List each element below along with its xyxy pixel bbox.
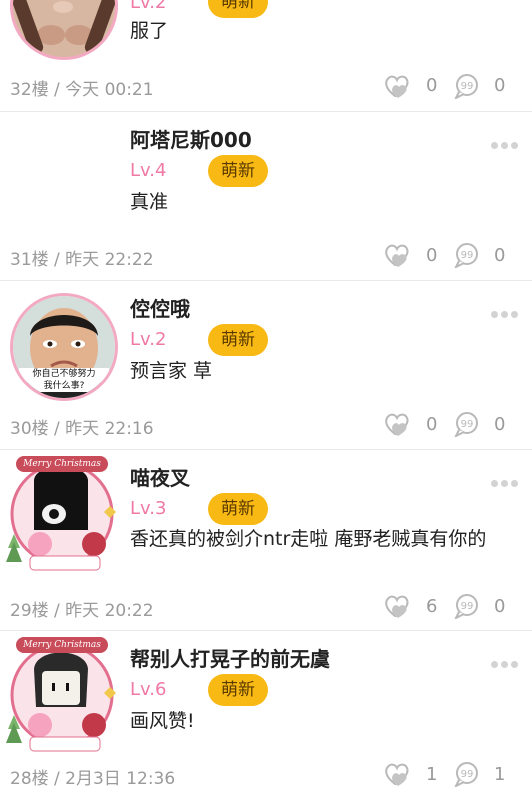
post-30: 你自己不够努力 我什么事? 倥倥哦 Lv.2 萌新 预言家 草 30楼 / 昨天…: [0, 281, 532, 449]
user-level: Lv.4: [130, 160, 167, 181]
heart-like-icon[interactable]: [384, 74, 414, 100]
more-dots-icon[interactable]: [491, 134, 521, 149]
user-level: Lv.3: [130, 498, 167, 519]
username[interactable]: 倥倥哦: [130, 293, 190, 322]
user-avatar[interactable]: 你自己不够努力 我什么事?: [10, 293, 118, 401]
speech-bubble-reply-icon[interactable]: 99: [453, 761, 483, 787]
reply-count: 1: [494, 764, 506, 785]
reply-count: 0: [494, 414, 506, 435]
speech-bubble-reply-icon[interactable]: 99: [453, 242, 483, 268]
user-avatar[interactable]: Merry Christmas: [0, 452, 124, 576]
username[interactable]: 阿塔尼斯000: [130, 124, 252, 153]
post-content: 服了: [130, 20, 169, 42]
heart-like-icon[interactable]: [384, 594, 414, 620]
user-level: Lv.6: [130, 679, 167, 700]
newbie-badge: 萌新: [208, 674, 268, 706]
more-dots-icon[interactable]: [491, 653, 521, 668]
like-count: 0: [426, 75, 438, 96]
username[interactable]: 喵夜叉: [130, 462, 190, 491]
post-content: 真准: [130, 191, 169, 213]
like-count: 0: [426, 414, 438, 435]
floor-and-time: 28楼 / 2月3日 12:36: [10, 769, 176, 789]
heart-like-icon[interactable]: [384, 762, 414, 788]
post-content: 画风赞!: [130, 710, 195, 732]
floor-and-time: 31楼 / 昨天 22:22: [10, 250, 154, 270]
svg-text:99: 99: [461, 419, 474, 430]
heart-like-icon[interactable]: [384, 243, 414, 269]
post-28: Merry Christmas 帮别人打晃子的前无虞 Lv.6 萌新 画风赞! …: [0, 631, 532, 800]
post-content: 香还真的被剑介ntr走啦 庵野老贼真有你的: [130, 528, 487, 550]
newbie-badge: 萌新: [208, 493, 268, 525]
username[interactable]: 帮别人打晃子的前无虞: [130, 643, 330, 672]
reply-count: 0: [494, 75, 506, 96]
heart-like-icon[interactable]: [384, 412, 414, 438]
more-dots-icon[interactable]: [491, 303, 521, 318]
speech-bubble-reply-icon[interactable]: 99: [453, 593, 483, 619]
user-avatar[interactable]: [10, 0, 118, 60]
newbie-badge: 萌新: [208, 155, 268, 187]
post-content: 预言家 草: [130, 360, 213, 382]
caption-line: 你自己不够努力: [32, 369, 96, 379]
like-count: 0: [426, 245, 438, 266]
post-32: Lv.2 萌新 服了 32樓 / 今天 00:21 0 99 0: [0, 0, 532, 112]
svg-text:99: 99: [461, 601, 474, 612]
newbie-badge: 萌新: [208, 324, 268, 356]
svg-text:99: 99: [461, 81, 474, 92]
svg-text:99: 99: [461, 250, 474, 261]
user-level: Lv.2: [130, 329, 167, 350]
post-31: 阿塔尼斯000 Lv.4 萌新 真准 31楼 / 昨天 22:22 0 99 0: [0, 112, 532, 280]
avatar-caption: 你自己不够努力 我什么事?: [19, 368, 109, 392]
like-count: 1: [426, 764, 438, 785]
avatar-image: [13, 0, 115, 57]
reply-count: 0: [494, 245, 506, 266]
floor-and-time: 30楼 / 昨天 22:16: [10, 419, 154, 439]
user-avatar[interactable]: Merry Christmas: [0, 633, 124, 757]
newbie-badge: 萌新: [208, 0, 268, 18]
caption-line: 我什么事?: [43, 381, 85, 391]
avatar-ribbon: Merry Christmas: [16, 456, 108, 472]
reply-count: 0: [494, 596, 506, 617]
like-count: 6: [426, 596, 438, 617]
floor-and-time: 29楼 / 昨天 20:22: [10, 601, 154, 621]
more-dots-icon[interactable]: [491, 472, 521, 487]
svg-text:99: 99: [461, 769, 474, 780]
speech-bubble-reply-icon[interactable]: 99: [453, 411, 483, 437]
speech-bubble-reply-icon[interactable]: 99: [453, 73, 483, 99]
post-29: Merry Christmas 喵夜叉 Lv.3 萌新 香还真的被剑介ntr走啦…: [0, 450, 532, 630]
floor-and-time: 32樓 / 今天 00:21: [10, 80, 154, 100]
user-level: Lv.2: [130, 0, 167, 13]
avatar-ribbon: Merry Christmas: [16, 637, 108, 653]
